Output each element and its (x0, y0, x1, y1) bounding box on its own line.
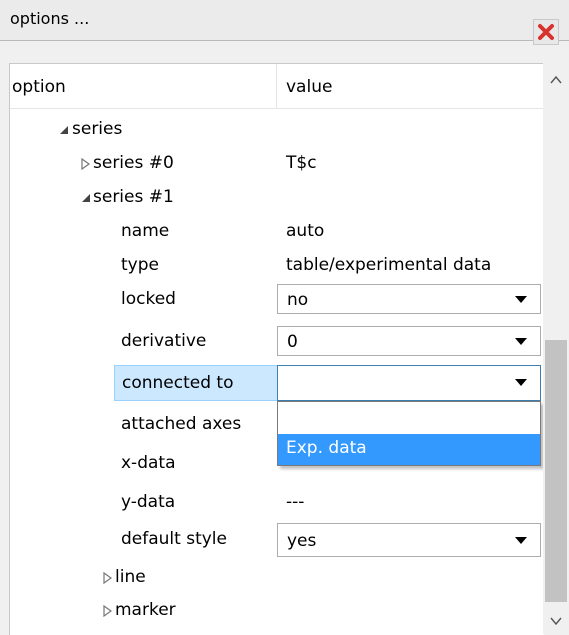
property-label: name (121, 221, 170, 241)
series-label: series (72, 119, 123, 139)
line-label: line (115, 567, 146, 587)
property-row-connected-to[interactable]: connected to (114, 365, 278, 401)
default-style-select-value: yes (287, 531, 317, 551)
property-value: auto (286, 221, 325, 241)
property-row-type[interactable]: type table/experimental data (10, 248, 544, 282)
property-value: table/experimental data (286, 255, 492, 275)
header-value-label: value (286, 77, 333, 97)
property-label: locked (121, 289, 176, 309)
locked-select-value: no (287, 290, 309, 310)
property-label: connected to (122, 373, 234, 393)
tree-item-series-0[interactable]: series #0 T$c (10, 146, 544, 180)
connected-to-select[interactable] (277, 365, 541, 401)
default-style-select[interactable]: yes (277, 523, 541, 557)
dropdown-option-label: Exp. data (286, 438, 367, 458)
tree-header: option value (10, 64, 544, 109)
derivative-select-value: 0 (287, 332, 298, 352)
header-option-label: option (12, 77, 66, 97)
derivative-select[interactable]: 0 (277, 326, 541, 356)
chevron-down-icon (515, 296, 527, 303)
vertical-scrollbar[interactable] (543, 63, 569, 634)
series-1-label: series #1 (93, 187, 174, 207)
scroll-down-icon[interactable] (550, 616, 562, 626)
property-label: x-data (121, 453, 176, 473)
scroll-up-icon[interactable] (550, 75, 562, 85)
property-row-name[interactable]: name auto (10, 214, 544, 248)
series-0-label: series #0 (93, 153, 174, 173)
header-option-column[interactable]: option (10, 64, 277, 108)
series-0-value: T$c (286, 153, 317, 173)
collapse-arrow-icon[interactable] (58, 124, 70, 136)
tree-item-series[interactable]: series (10, 112, 544, 146)
options-tree: option value series series #0 T$c series… (9, 63, 544, 635)
close-button[interactable] (533, 19, 559, 45)
dropdown-option-highlighted[interactable]: Exp. data (278, 434, 540, 465)
expand-arrow-icon[interactable] (80, 158, 92, 170)
property-label: type (121, 255, 159, 275)
dropdown-option[interactable] (278, 402, 540, 434)
chevron-down-icon (515, 537, 527, 544)
tree-item-series-1[interactable]: series #1 (10, 180, 544, 214)
chevron-down-icon (515, 379, 527, 386)
marker-label: marker (115, 600, 176, 620)
property-row-y-data[interactable]: y-data --- (10, 485, 544, 519)
chevron-down-icon (515, 338, 527, 345)
collapse-arrow-icon[interactable] (80, 192, 92, 204)
expand-arrow-icon[interactable] (102, 605, 114, 617)
scrollbar-thumb[interactable] (545, 340, 567, 602)
locked-select[interactable]: no (277, 284, 541, 314)
expand-arrow-icon[interactable] (102, 572, 114, 584)
property-label: derivative (121, 331, 207, 351)
window-title: options ... (10, 9, 90, 28)
connected-to-dropdown-list: Exp. data (277, 401, 541, 466)
property-label: default style (121, 529, 227, 549)
property-label: y-data (121, 492, 176, 512)
property-label: attached axes (121, 414, 242, 434)
title-bar: options ... (0, 0, 569, 45)
property-value: --- (286, 492, 305, 512)
tree-item-marker[interactable]: marker (10, 593, 544, 627)
close-icon (538, 24, 554, 40)
tree-item-line[interactable]: line (10, 560, 544, 594)
